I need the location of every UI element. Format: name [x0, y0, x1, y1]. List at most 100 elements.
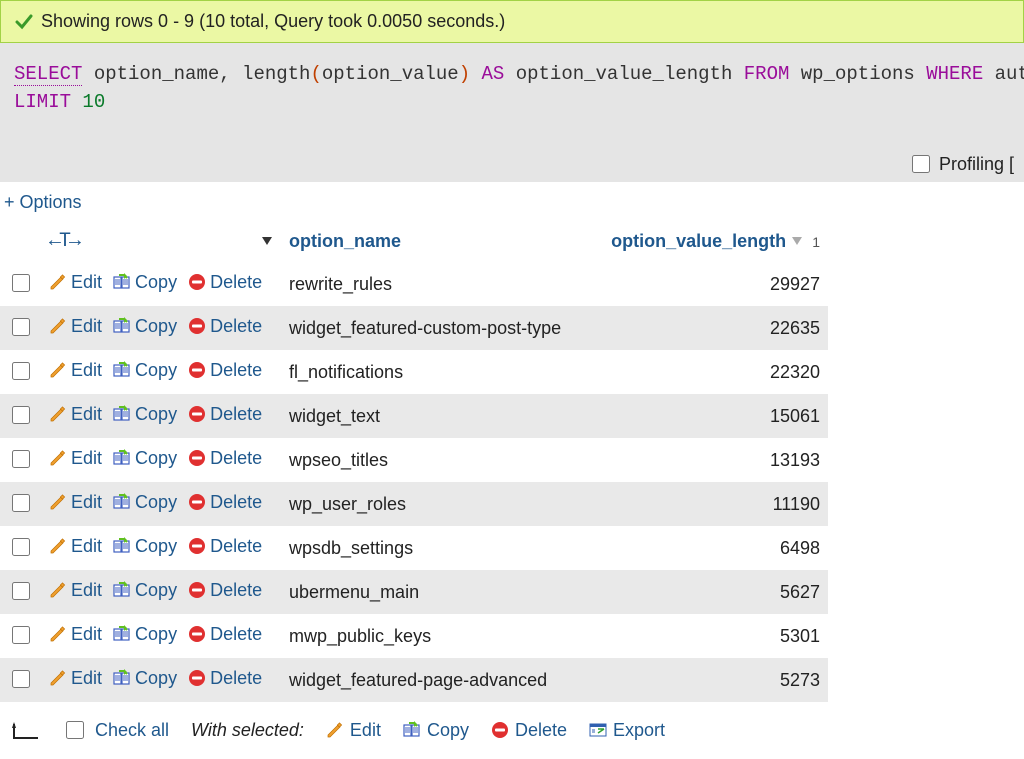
row-delete[interactable]: Delete — [188, 580, 262, 601]
profiling-label: Profiling [ — [939, 154, 1014, 175]
row-edit[interactable]: Edit — [49, 272, 102, 293]
sort-desc-icon — [791, 231, 803, 252]
row-delete[interactable]: Delete — [188, 492, 262, 513]
row-edit[interactable]: Edit — [49, 492, 102, 513]
column-option-value-length[interactable]: option_value_length 1 — [588, 221, 828, 262]
cell-option-value-length: 6498 — [588, 526, 828, 570]
delete-icon — [188, 317, 206, 335]
table-row: Edit Copy Delete mwp_public_keys 5301 — [0, 614, 828, 658]
row-delete[interactable]: Delete — [188, 536, 262, 557]
row-edit[interactable]: Edit — [49, 316, 102, 337]
copy-icon — [113, 625, 131, 643]
edit-icon — [49, 493, 67, 511]
row-copy[interactable]: Copy — [113, 404, 177, 425]
footer-actions: Check all With selected: Edit Copy Delet… — [0, 702, 1024, 758]
row-nav-arrows[interactable]: ←T→ — [49, 230, 79, 253]
row-delete[interactable]: Delete — [188, 668, 262, 689]
copy-icon — [403, 721, 421, 739]
row-checkbox[interactable] — [12, 450, 30, 468]
row-checkbox[interactable] — [12, 274, 30, 292]
row-checkbox[interactable] — [12, 318, 30, 336]
cell-option-value-length: 22635 — [588, 306, 828, 350]
row-edit[interactable]: Edit — [49, 580, 102, 601]
delete-icon — [188, 493, 206, 511]
row-checkbox[interactable] — [12, 670, 30, 688]
row-copy[interactable]: Copy — [113, 580, 177, 601]
edit-icon — [49, 625, 67, 643]
row-copy[interactable]: Copy — [113, 272, 177, 293]
row-copy[interactable]: Copy — [113, 360, 177, 381]
check-all-link[interactable]: Check all — [95, 720, 169, 741]
cell-option-value-length: 15061 — [588, 394, 828, 438]
row-delete[interactable]: Delete — [188, 404, 262, 425]
row-delete[interactable]: Delete — [188, 360, 262, 381]
footer-copy[interactable]: Copy — [403, 720, 469, 741]
success-bar: Showing rows 0 - 9 (10 total, Query took… — [0, 0, 1024, 43]
row-checkbox[interactable] — [12, 406, 30, 424]
cell-option-name: widget_featured-page-advanced — [281, 658, 588, 702]
cell-option-value-length: 13193 — [588, 438, 828, 482]
row-delete[interactable]: Delete — [188, 272, 262, 293]
row-copy[interactable]: Copy — [113, 316, 177, 337]
cell-option-name: rewrite_rules — [281, 262, 588, 306]
edit-icon — [49, 537, 67, 555]
delete-icon — [188, 625, 206, 643]
export-icon — [589, 721, 607, 739]
delete-icon — [188, 405, 206, 423]
check-all-checkbox[interactable] — [66, 721, 84, 739]
row-checkbox[interactable] — [12, 494, 30, 512]
footer-edit[interactable]: Edit — [326, 720, 381, 741]
cell-option-name: wpsdb_settings — [281, 526, 588, 570]
row-edit[interactable]: Edit — [49, 668, 102, 689]
row-copy[interactable]: Copy — [113, 536, 177, 557]
row-checkbox[interactable] — [12, 362, 30, 380]
copy-icon — [113, 669, 131, 687]
copy-icon — [113, 361, 131, 379]
footer-delete[interactable]: Delete — [491, 720, 567, 741]
edit-icon — [49, 361, 67, 379]
row-edit[interactable]: Edit — [49, 448, 102, 469]
row-delete[interactable]: Delete — [188, 448, 262, 469]
edit-icon — [326, 721, 344, 739]
check-icon — [15, 13, 33, 31]
row-checkbox[interactable] — [12, 538, 30, 556]
row-edit[interactable]: Edit — [49, 404, 102, 425]
row-delete[interactable]: Delete — [188, 316, 262, 337]
copy-icon — [113, 537, 131, 555]
row-copy[interactable]: Copy — [113, 448, 177, 469]
select-arrow-icon — [12, 720, 40, 740]
cell-option-value-length: 29927 — [588, 262, 828, 306]
row-edit[interactable]: Edit — [49, 360, 102, 381]
cell-option-value-length: 5627 — [588, 570, 828, 614]
edit-icon — [49, 669, 67, 687]
row-edit[interactable]: Edit — [49, 536, 102, 557]
delete-icon — [188, 273, 206, 291]
table-row: Edit Copy Delete wp_user_roles 11190 — [0, 482, 828, 526]
row-copy[interactable]: Copy — [113, 492, 177, 513]
cell-option-name: fl_notifications — [281, 350, 588, 394]
delete-icon — [188, 581, 206, 599]
delete-icon — [188, 361, 206, 379]
profiling-bar: Profiling [ — [0, 126, 1024, 182]
row-copy[interactable]: Copy — [113, 624, 177, 645]
profiling-checkbox[interactable] — [912, 155, 930, 173]
edit-icon — [49, 581, 67, 599]
actions-sort-icon[interactable] — [261, 231, 273, 252]
column-option-name[interactable]: option_name — [281, 221, 588, 262]
results-table: ←T→ option_name option_value_length 1 Ed… — [0, 221, 828, 702]
footer-export[interactable]: Export — [589, 720, 665, 741]
row-checkbox[interactable] — [12, 582, 30, 600]
sql-query-box: SELECT option_name, length(option_value)… — [0, 43, 1024, 126]
table-row: Edit Copy Delete fl_notifications 22320 — [0, 350, 828, 394]
row-edit[interactable]: Edit — [49, 624, 102, 645]
copy-icon — [113, 317, 131, 335]
delete-icon — [188, 537, 206, 555]
edit-icon — [49, 449, 67, 467]
row-delete[interactable]: Delete — [188, 624, 262, 645]
options-toggle[interactable]: + Options — [0, 182, 1024, 221]
copy-icon — [113, 449, 131, 467]
row-copy[interactable]: Copy — [113, 668, 177, 689]
cell-option-name: ubermenu_main — [281, 570, 588, 614]
row-checkbox[interactable] — [12, 626, 30, 644]
copy-icon — [113, 493, 131, 511]
